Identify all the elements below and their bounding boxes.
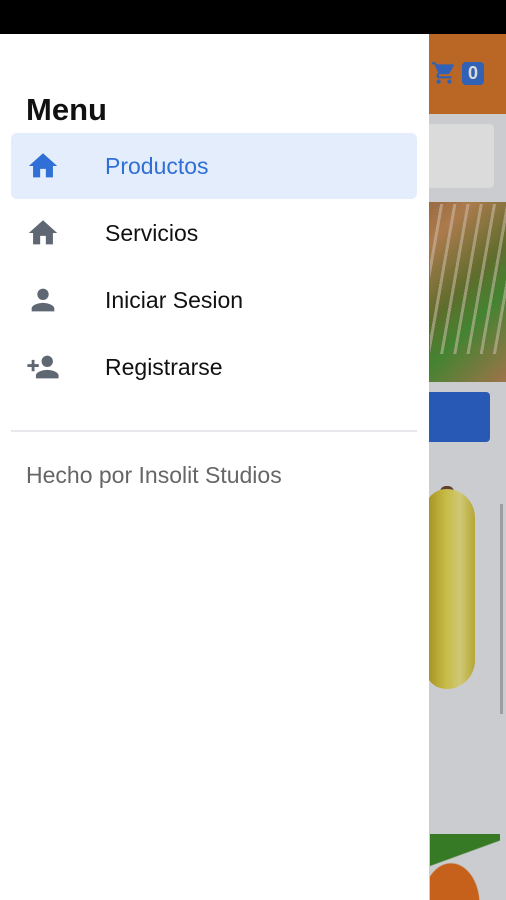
menu-item-productos[interactable]: Productos xyxy=(11,133,417,199)
menu-item-registrarse[interactable]: Registrarse xyxy=(11,334,417,400)
home-icon xyxy=(25,215,61,251)
home-icon xyxy=(25,148,61,184)
menu-item-iniciar-sesion[interactable]: Iniciar Sesion xyxy=(11,267,417,333)
drawer-footer: Hecho por Insolit Studios xyxy=(26,462,282,488)
menu-item-label: Iniciar Sesion xyxy=(105,286,244,313)
status-bar xyxy=(0,0,506,34)
person-add-icon xyxy=(25,349,61,385)
menu-divider xyxy=(11,430,417,432)
menu-item-label: Productos xyxy=(105,152,209,179)
menu-item-label: Registrarse xyxy=(105,353,223,380)
navigation-drawer: Menu Productos Servicios Iniciar Sesion … xyxy=(0,34,429,900)
drawer-menu: Productos Servicios Iniciar Sesion Regis… xyxy=(11,133,417,401)
person-icon xyxy=(25,282,61,318)
drawer-title: Menu xyxy=(26,92,107,127)
menu-item-servicios[interactable]: Servicios xyxy=(11,200,417,266)
menu-item-label: Servicios xyxy=(105,219,199,246)
